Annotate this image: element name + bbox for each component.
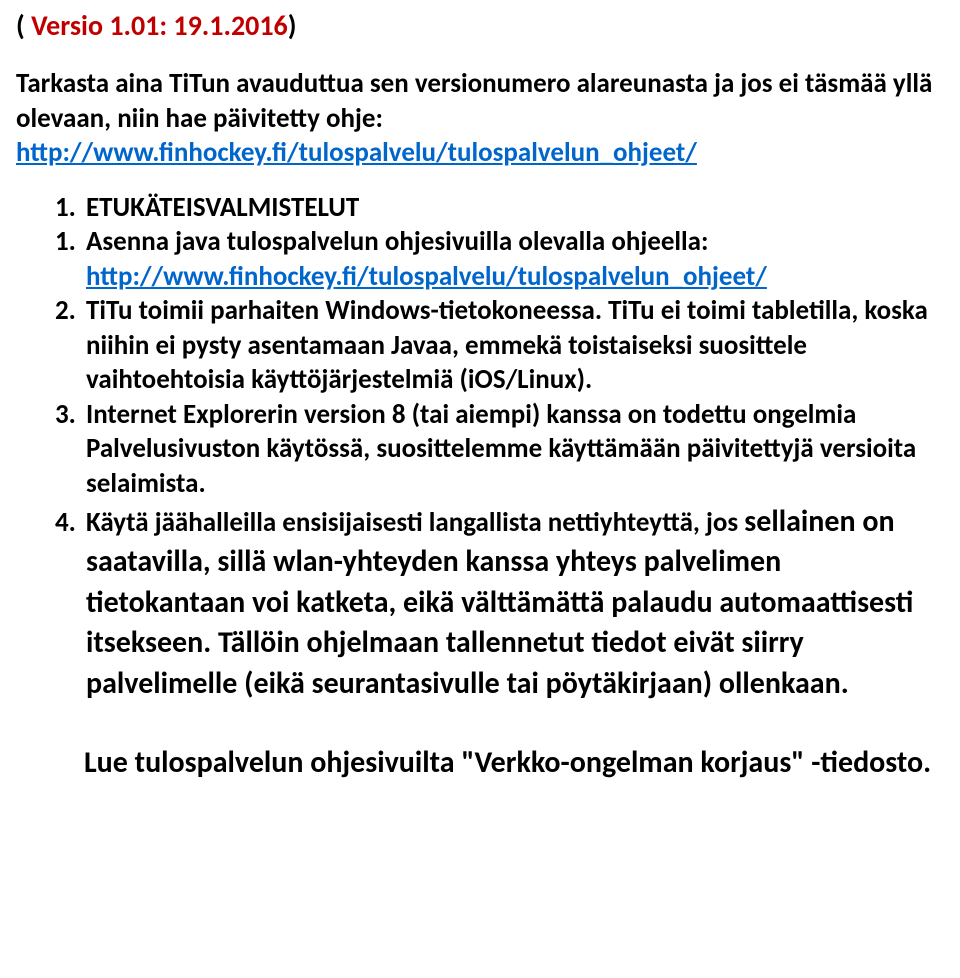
closing-text: Lue tulospalvelun ohjesivuilta "Verkko-o… <box>84 744 931 781</box>
version-text: Versio 1.01: 19.1.2016 <box>31 8 288 43</box>
item-1: Asenna java tulospalvelun ohjesivuilla o… <box>82 225 944 294</box>
close-paren: ) <box>288 8 297 43</box>
intro-text: Tarkasta aina TiTun avauduttua sen versi… <box>16 67 932 135</box>
item-2-text: TiTu toimii parhaiten Windows-tietokonee… <box>86 294 928 396</box>
item-3: Internet Explorerin version 8 (tai aiemp… <box>82 398 944 502</box>
list-heading-text: ETUKÄTEISVALMISTELUT <box>86 191 359 224</box>
item-1-text: Asenna java tulospalvelun ohjesivuilla o… <box>86 225 708 258</box>
closing-paragraph: Lue tulospalvelun ohjesivuilta "Verkko-o… <box>84 742 944 784</box>
item-4: Käytä jäähalleilla ensisijaisesti langal… <box>82 502 944 705</box>
version-line: ( Versio 1.01: 19.1.2016) <box>16 8 944 43</box>
document-page: ( Versio 1.01: 19.1.2016) Tarkasta aina … <box>0 0 960 800</box>
intro-link[interactable]: http://www.finhockey.fi/tulospalvelu/tul… <box>16 136 697 169</box>
instructions-list: Asenna java tulospalvelun ohjesivuilla o… <box>16 225 944 704</box>
item-2: TiTu toimii parhaiten Windows-tietokonee… <box>82 294 944 398</box>
intro-paragraph: Tarkasta aina TiTun avauduttua sen versi… <box>16 67 944 171</box>
list-item-heading: ETUKÄTEISVALMISTELUT <box>82 191 944 226</box>
item-3-text: Internet Explorerin version 8 (tai aiemp… <box>86 398 916 500</box>
item-4-lead: Käytä jäähalleilla ensisijaisesti langal… <box>86 506 744 539</box>
item-1-link[interactable]: http://www.finhockey.fi/tulospalvelu/tul… <box>86 260 767 293</box>
prep-list: ETUKÄTEISVALMISTELUT <box>16 191 944 226</box>
open-paren: ( <box>16 8 31 43</box>
